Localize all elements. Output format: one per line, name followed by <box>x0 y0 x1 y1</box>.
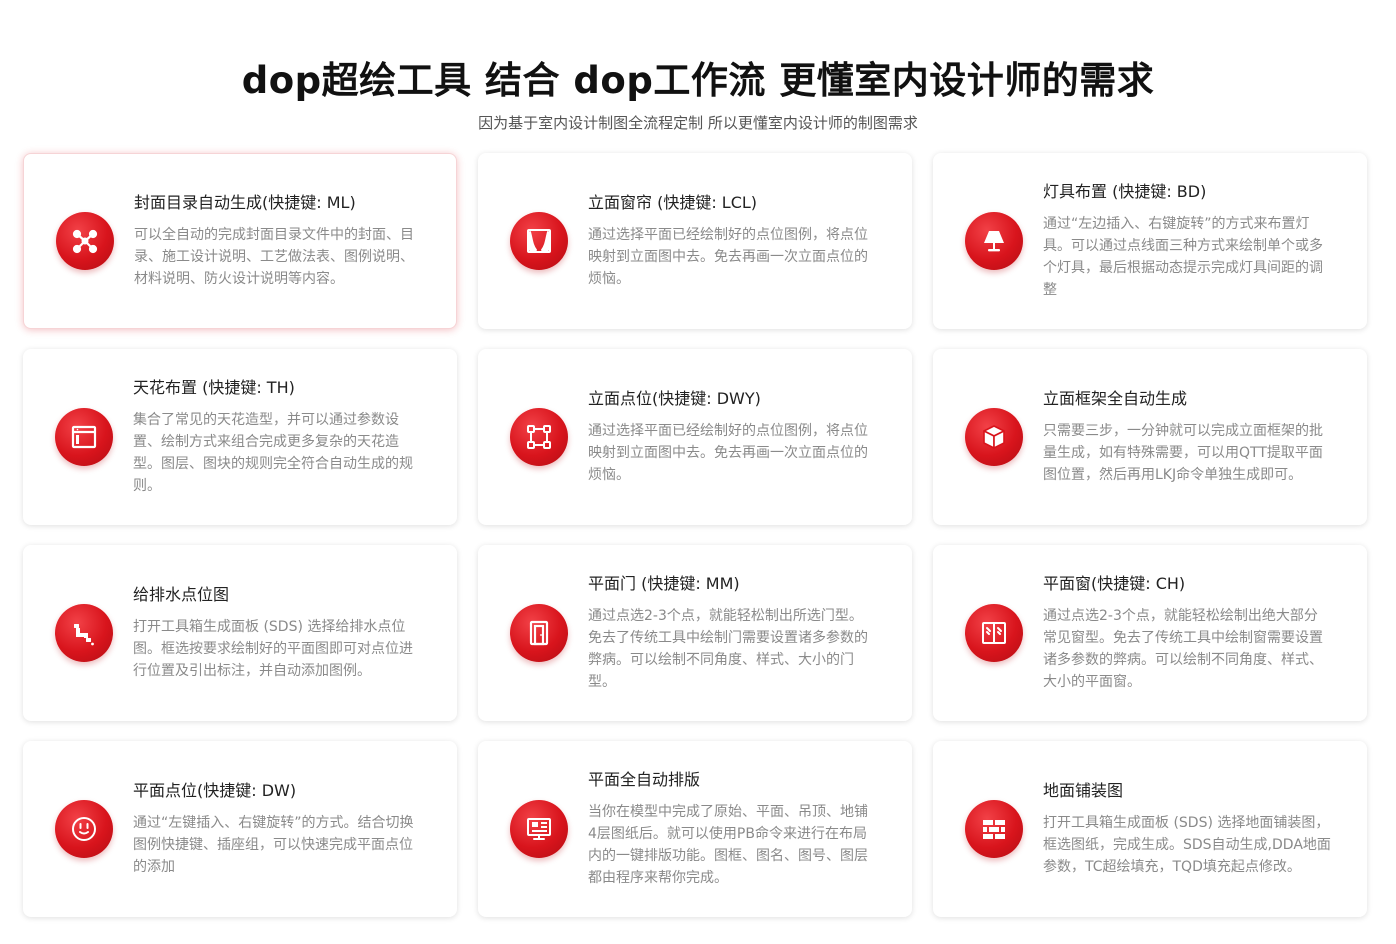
monitor-layout-icon <box>510 800 568 858</box>
feature-card-elevation-points[interactable]: 立面点位(快捷键: DWY) 通过选择平面已经绘制好的点位图例，将点位映射到立面… <box>478 349 912 525</box>
card-text: 平面窗(快捷键: CH) 通过点选2-3个点，就能轻松绘制出绝大部分常见窗型。免… <box>1043 573 1331 693</box>
card-title: 立面点位(快捷键: DWY) <box>588 389 761 408</box>
floor-tile-icon <box>965 800 1023 858</box>
window-icon <box>965 604 1023 662</box>
card-description: 当你在模型中完成了原始、平面、吊顶、地铺4层图纸后。就可以使用PB命令来进行在布… <box>588 804 868 886</box>
feature-card-elevation-frame[interactable]: 立面框架全自动生成 只需要三步，一分钟就可以完成立面框架的批量生成，如有特殊需要… <box>933 349 1367 525</box>
curtain-icon <box>510 212 568 270</box>
page: dop超绘工具 结合 dop工作流 更懂室内设计师的需求 因为基于室内设计制图全… <box>0 0 1396 944</box>
node-frame-icon <box>510 408 568 466</box>
card-description: 只需要三步，一分钟就可以完成立面框架的批量生成，如有特殊需要，可以用QTT提取平… <box>1043 423 1323 483</box>
water-pipe-icon <box>55 604 113 662</box>
feature-card-cover-catalog[interactable]: 封面目录自动生成(快捷键: ML) 可以全自动的完成封面目录文件中的封面、目录、… <box>23 153 457 329</box>
card-text: 立面窗帘 (快捷键: LCL) 通过选择平面已经绘制好的点位图例，将点位映射到立… <box>588 192 876 290</box>
card-description: 通过选择平面已经绘制好的点位图例，将点位映射到立面图中去。免去再画一次立面点位的… <box>588 227 868 287</box>
card-text: 平面全自动排版 当你在模型中完成了原始、平面、吊顶、地铺4层图纸后。就可以使用P… <box>588 769 876 889</box>
feature-card-plan-window[interactable]: 平面窗(快捷键: CH) 通过点选2-3个点，就能轻松绘制出绝大部分常见窗型。免… <box>933 545 1367 721</box>
lamp-icon <box>965 212 1023 270</box>
card-text: 平面点位(快捷键: DW) 通过“左键插入、右键旋转”的方式。结合切换图例快捷键… <box>133 780 421 878</box>
card-title: 平面全自动排版 <box>588 770 701 789</box>
card-title: 给排水点位图 <box>133 585 230 604</box>
card-title: 灯具布置 (快捷键: BD) <box>1043 182 1207 201</box>
card-text: 天花布置 (快捷键: TH) 集合了常见的天花造型，并可以通过参数设置、绘制方式… <box>133 377 421 497</box>
card-text: 封面目录自动生成(快捷键: ML) 可以全自动的完成封面目录文件中的封面、目录、… <box>134 192 420 290</box>
card-description: 通过“左键插入、右键旋转”的方式。结合切换图例快捷键、插座组，可以快速完成平面点… <box>133 815 414 875</box>
feature-card-ceiling-layout[interactable]: 天花布置 (快捷键: TH) 集合了常见的天花造型，并可以通过参数设置、绘制方式… <box>23 349 457 525</box>
page-subtitle: 因为基于室内设计制图全流程定制 所以更懂室内设计师的制图需求 <box>478 114 918 132</box>
card-text: 立面点位(快捷键: DWY) 通过选择平面已经绘制好的点位图例，将点位映射到立面… <box>588 388 876 486</box>
card-description: 可以全自动的完成封面目录文件中的封面、目录、施工设计说明、工艺做法表、图例说明、… <box>134 227 414 287</box>
power-socket-icon <box>55 800 113 858</box>
feature-card-water-supply[interactable]: 给排水点位图 打开工具箱生成面板 (SDS) 选择给排水点位图。框选按要求绘制好… <box>23 545 457 721</box>
feature-card-plan-door[interactable]: 平面门 (快捷键: MM) 通过点选2-3个点，就能轻松制出所选门型。免去了传统… <box>478 545 912 721</box>
card-description: 通过“左边插入、右键旋转”的方式来布置灯具。可以通过点线面三种方式来绘制单个或多… <box>1043 216 1323 298</box>
feature-card-elevation-curtain[interactable]: 立面窗帘 (快捷键: LCL) 通过选择平面已经绘制好的点位图例，将点位映射到立… <box>478 153 912 329</box>
feature-card-plan-points[interactable]: 平面点位(快捷键: DW) 通过“左键插入、右键旋转”的方式。结合切换图例快捷键… <box>23 741 457 917</box>
card-description: 打开工具箱生成面板 (SDS) 选择给排水点位图。框选按要求绘制好的平面图即可对… <box>133 619 413 679</box>
card-description: 打开工具箱生成面板 (SDS) 选择地面铺装图，框选图纸，完成生成。SDS自动生… <box>1043 815 1331 875</box>
node-network-icon <box>56 212 114 270</box>
card-title: 立面框架全自动生成 <box>1043 389 1188 408</box>
cube-icon <box>965 408 1023 466</box>
ceiling-layout-icon <box>55 408 113 466</box>
card-title: 天花布置 (快捷键: TH) <box>133 378 295 397</box>
feature-card-floor-paving[interactable]: 地面铺装图 打开工具箱生成面板 (SDS) 选择地面铺装图，框选图纸，完成生成。… <box>933 741 1367 917</box>
card-title: 平面点位(快捷键: DW) <box>133 781 297 800</box>
card-description: 通过选择平面已经绘制好的点位图例，将点位映射到立面图中去。免去再画一次立面点位的… <box>588 423 868 483</box>
card-text: 灯具布置 (快捷键: BD) 通过“左边插入、右键旋转”的方式来布置灯具。可以通… <box>1043 181 1331 301</box>
card-title: 平面门 (快捷键: MM) <box>588 574 740 593</box>
card-title: 立面窗帘 (快捷键: LCL) <box>588 193 758 212</box>
card-text: 立面框架全自动生成 只需要三步，一分钟就可以完成立面框架的批量生成，如有特殊需要… <box>1043 388 1331 486</box>
feature-card-lighting-layout[interactable]: 灯具布置 (快捷键: BD) 通过“左边插入、右键旋转”的方式来布置灯具。可以通… <box>933 153 1367 329</box>
page-title: dop超绘工具 结合 dop工作流 更懂室内设计师的需求 <box>241 59 1155 102</box>
card-description: 通过点选2-3个点，就能轻松绘制出绝大部分常见窗型。免去了传统工具中绘制窗需要设… <box>1043 608 1323 690</box>
card-description: 集合了常见的天花造型，并可以通过参数设置、绘制方式来组合完成更多复杂的天花造型。… <box>133 412 413 494</box>
feature-card-auto-layout[interactable]: 平面全自动排版 当你在模型中完成了原始、平面、吊顶、地铺4层图纸后。就可以使用P… <box>478 741 912 917</box>
card-text: 给排水点位图 打开工具箱生成面板 (SDS) 选择给排水点位图。框选按要求绘制好… <box>133 584 421 682</box>
card-title: 平面窗(快捷键: CH) <box>1043 574 1186 593</box>
card-text: 平面门 (快捷键: MM) 通过点选2-3个点，就能轻松制出所选门型。免去了传统… <box>588 573 876 693</box>
card-text: 地面铺装图 打开工具箱生成面板 (SDS) 选择地面铺装图，框选图纸，完成生成。… <box>1043 780 1331 878</box>
card-title: 地面铺装图 <box>1043 781 1124 800</box>
card-title: 封面目录自动生成(快捷键: ML) <box>134 193 356 212</box>
card-description: 通过点选2-3个点，就能轻松制出所选门型。免去了传统工具中绘制门需要设置诸多参数… <box>588 608 868 690</box>
door-icon <box>510 604 568 662</box>
feature-grid: 封面目录自动生成(快捷键: ML) 可以全自动的完成封面目录文件中的封面、目录、… <box>23 153 1367 917</box>
